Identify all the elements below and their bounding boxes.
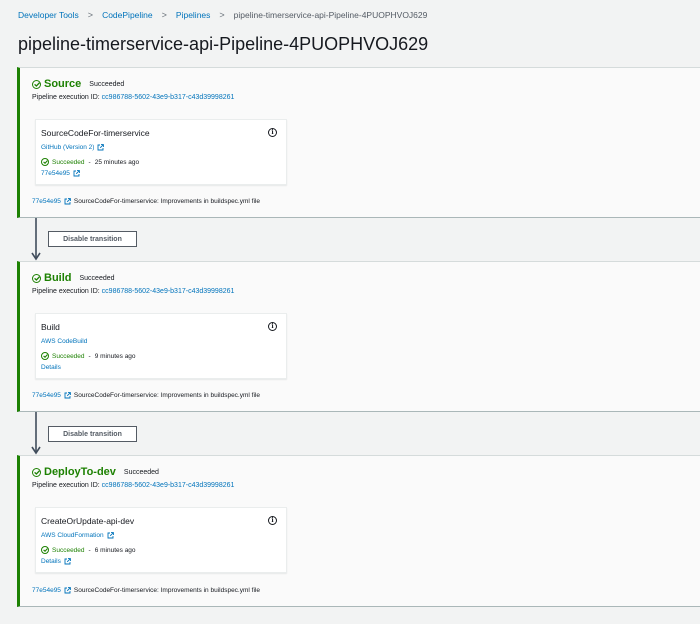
- commit-id-link[interactable]: 77e54e95: [32, 198, 61, 205]
- stage-header: Source Succeeded Pipeline execution ID: …: [32, 78, 234, 101]
- action-status: Succeeded: [52, 546, 85, 554]
- commit-message: SourceCodeFor-timerservice: Improvements…: [73, 198, 260, 205]
- breadcrumb-separator: >: [161, 10, 167, 20]
- action-status: Succeeded: [52, 158, 85, 166]
- execution-id-label: Pipeline execution ID:: [32, 94, 100, 101]
- execution-id-link[interactable]: cc986788-5602-43e9-b317-c43d39998261: [102, 482, 235, 489]
- info-icon[interactable]: i: [268, 516, 277, 525]
- time-ago: 9 minutes ago: [94, 352, 136, 360]
- check-circle-icon: [41, 546, 49, 554]
- disable-transition-button[interactable]: Disable transition: [48, 231, 137, 247]
- commit-id-link[interactable]: 77e54e95: [32, 392, 61, 399]
- external-link-icon: [64, 558, 71, 565]
- external-link-icon: [97, 144, 105, 151]
- action-card: Build i AWS CodeBuild Succeeded - 9 minu…: [35, 313, 287, 379]
- stage-source: Source Succeeded Pipeline execution ID: …: [17, 67, 700, 218]
- action-link[interactable]: 77e54e95: [41, 170, 80, 177]
- action-name: CreateOrUpdate-api-dev: [41, 516, 135, 526]
- stage-status: Succeeded: [123, 468, 159, 476]
- provider-link[interactable]: AWS CloudFormation: [41, 532, 114, 539]
- time-ago: 25 minutes ago: [94, 158, 140, 166]
- check-circle-icon: [32, 79, 41, 89]
- stage-header: Build Succeeded Pipeline execution ID: c…: [32, 272, 234, 295]
- commit-id-link[interactable]: 77e54e95: [32, 587, 61, 594]
- commit-row: 77e54e95 SourceCodeFor-timerservice: Imp…: [32, 392, 260, 399]
- check-circle-icon: [41, 352, 49, 360]
- stage-status: Succeeded: [89, 80, 125, 88]
- action-name: SourceCodeFor-timerservice: [41, 128, 150, 138]
- details-link[interactable]: Details: [41, 558, 71, 565]
- commit-message: SourceCodeFor-timerservice: Improvements…: [73, 587, 260, 594]
- stage-header: DeployTo-dev Succeeded Pipeline executio…: [32, 466, 234, 489]
- info-icon[interactable]: i: [268, 322, 277, 331]
- execution-id-label: Pipeline execution ID:: [32, 288, 100, 295]
- down-arrow-icon: [31, 218, 41, 261]
- check-circle-icon: [32, 467, 41, 477]
- provider-link[interactable]: AWS CodeBuild: [41, 338, 87, 345]
- down-arrow-icon: [31, 412, 41, 455]
- external-link-icon: [64, 587, 71, 594]
- stage-status: Succeeded: [79, 274, 115, 282]
- stage-build: Build Succeeded Pipeline execution ID: c…: [17, 261, 700, 412]
- action-card: SourceCodeFor-timerservice i GitHub (Ver…: [35, 119, 287, 185]
- breadcrumb-separator: >: [87, 10, 94, 20]
- action-name: Build: [41, 322, 60, 332]
- status-separator: -: [88, 352, 91, 360]
- breadcrumb-pipelines[interactable]: Pipelines: [176, 10, 211, 20]
- external-link-icon: [73, 170, 80, 177]
- external-link-icon: [64, 198, 71, 205]
- action-status: Succeeded: [52, 352, 85, 360]
- action-card: CreateOrUpdate-api-dev i AWS CloudFormat…: [35, 507, 287, 573]
- details-link[interactable]: Details: [41, 364, 61, 371]
- external-link-icon: [107, 532, 114, 539]
- breadcrumb-separator: >: [219, 10, 225, 20]
- commit-row: 77e54e95 SourceCodeFor-timerservice: Imp…: [32, 587, 260, 594]
- breadcrumb: Developer Tools > CodePipeline > Pipelin…: [18, 10, 427, 20]
- stage-deploy-to-dev: DeployTo-dev Succeeded Pipeline executio…: [17, 455, 700, 607]
- stage-name: Build: [44, 272, 72, 284]
- execution-id-link[interactable]: cc986788-5602-43e9-b317-c43d39998261: [102, 288, 235, 295]
- breadcrumb-current: pipeline-timerservice-api-Pipeline-4PUOP…: [233, 10, 428, 20]
- execution-id-link[interactable]: cc986788-5602-43e9-b317-c43d39998261: [102, 94, 235, 101]
- breadcrumb-developer-tools[interactable]: Developer Tools: [18, 10, 79, 20]
- execution-id-label: Pipeline execution ID:: [32, 482, 100, 489]
- stage-name: DeployTo-dev: [44, 466, 116, 478]
- external-link-icon: [64, 392, 71, 399]
- page-title: pipeline-timerservice-api-Pipeline-4PUOP…: [18, 34, 429, 54]
- check-circle-icon: [32, 273, 41, 283]
- disable-transition-button[interactable]: Disable transition: [48, 426, 137, 442]
- provider-link[interactable]: GitHub (Version 2): [41, 144, 105, 151]
- status-separator: -: [88, 546, 91, 554]
- commit-row: 77e54e95 SourceCodeFor-timerservice: Imp…: [32, 198, 260, 205]
- status-separator: -: [88, 158, 91, 166]
- breadcrumb-codepipeline[interactable]: CodePipeline: [102, 10, 153, 20]
- commit-message: SourceCodeFor-timerservice: Improvements…: [73, 392, 260, 399]
- stage-name: Source: [44, 78, 82, 90]
- info-icon[interactable]: i: [268, 128, 277, 137]
- check-circle-icon: [41, 158, 49, 166]
- time-ago: 6 minutes ago: [94, 546, 136, 554]
